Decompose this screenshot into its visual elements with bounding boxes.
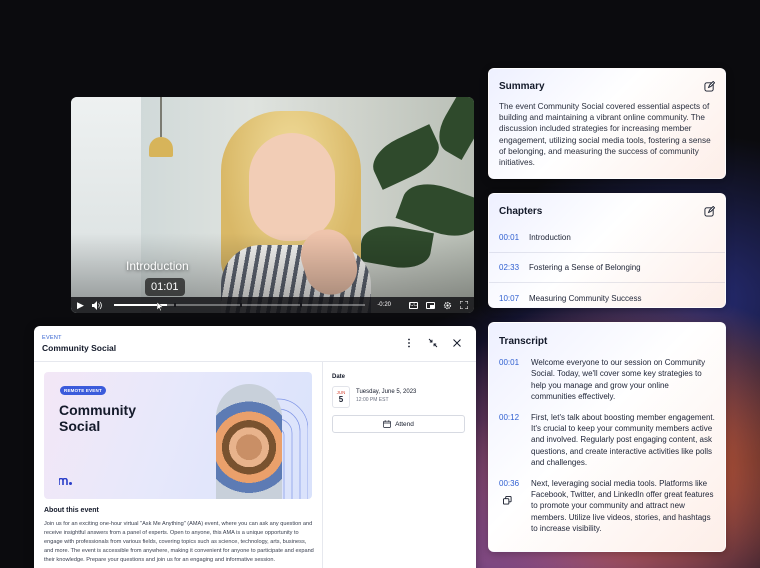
event-kicker: EVENT <box>42 335 62 341</box>
event-time: 12:00 PM EST <box>356 397 389 403</box>
about-text: Join us for an exciting one-hour virtual… <box>44 521 314 564</box>
chapter-time: 00:01 <box>499 233 520 242</box>
more-options-icon[interactable] <box>404 338 414 348</box>
event-type-badge: REMOTE EVENT <box>60 386 106 395</box>
event-panel: EVENT Community Social REMOTE EVENT Comm… <box>34 326 476 568</box>
chapter-time: 02:33 <box>499 263 520 272</box>
close-icon[interactable] <box>452 338 462 348</box>
attend-button[interactable]: Attend <box>332 415 465 433</box>
date-day: 5 <box>338 395 344 404</box>
banner-hands-photo <box>216 384 282 499</box>
pip-icon[interactable] <box>426 301 435 309</box>
brand-logo-icon <box>59 478 72 485</box>
event-title: Community Social <box>42 343 117 353</box>
chapter-marker <box>299 303 302 307</box>
event-date: Tuesday, June 5, 2023 <box>356 389 417 395</box>
chapters-card: Chapters 00:01 Introduction 02:33 Foster… <box>488 193 726 308</box>
transcript-card: Transcript 00:01 Welcome everyone to our… <box>488 322 726 552</box>
calendar-date-badge: JUN 5 <box>332 386 350 408</box>
event-banner: REMOTE EVENT Community Social <box>44 372 312 499</box>
chapter-item[interactable]: 00:01 Introduction <box>489 223 725 253</box>
chapter-item[interactable]: 10:07 Measuring Community Success <box>489 283 725 313</box>
transcript-text: Welcome everyone to our session on Commu… <box>531 358 706 402</box>
chapter-marker <box>174 303 177 307</box>
transcript-time[interactable]: 00:01 <box>499 357 531 403</box>
transcript-item[interactable]: 00:36 Next, leveraging social media tool… <box>489 478 725 535</box>
cc-icon[interactable]: CC <box>409 301 418 309</box>
chapter-label: Introduction <box>529 233 571 242</box>
summary-text: The event Community Social covered essen… <box>499 102 711 168</box>
summary-title: Summary <box>499 81 545 92</box>
about-title: About this event <box>44 507 99 514</box>
summary-card: Summary The event Community Social cover… <box>488 68 726 179</box>
transcript-item[interactable]: 00:12 First, let's talk about boosting m… <box>489 412 725 469</box>
remaining-time: -0:20 <box>377 302 391 308</box>
edit-icon[interactable] <box>704 81 715 92</box>
video-frame-person-face <box>249 133 335 241</box>
chapter-caption: Introduction <box>126 259 189 273</box>
banner-title: Community Social <box>59 402 136 434</box>
settings-icon[interactable] <box>443 301 452 310</box>
video-frame-plant-leaf <box>365 124 447 190</box>
chapter-item[interactable]: 02:33 Fostering a Sense of Belonging <box>489 253 725 283</box>
transcript-time[interactable]: 00:12 <box>499 412 531 469</box>
chapter-label: Fostering a Sense of Belonging <box>529 263 641 272</box>
transcript-time[interactable]: 00:36 <box>499 479 519 488</box>
chapter-time: 10:07 <box>499 293 520 303</box>
transcript-text: First, let's talk about boosting member … <box>531 412 715 468</box>
copy-icon[interactable] <box>503 495 512 505</box>
video-progress-bar[interactable] <box>113 303 366 307</box>
mouse-cursor-icon <box>157 302 164 312</box>
attend-label: Attend <box>395 420 414 428</box>
video-player[interactable]: Introduction 01:01 ▶ -0:20 CC <box>71 97 474 313</box>
event-header-actions <box>404 338 462 348</box>
date-label: Date <box>332 374 346 380</box>
transcript-title: Transcript <box>499 336 548 347</box>
video-controls: ▶ -0:20 CC <box>71 297 474 313</box>
video-frame-lamp-cord <box>160 97 162 137</box>
video-frame-lamp <box>149 137 173 157</box>
play-icon[interactable]: ▶ <box>77 300 84 310</box>
transcript-text: Next, leveraging social media tools. Pla… <box>531 478 714 534</box>
chapter-marker <box>239 303 242 307</box>
volume-icon[interactable] <box>91 300 102 310</box>
transcript-time-block: 00:36 <box>499 478 531 535</box>
chapters-title: Chapters <box>499 206 543 217</box>
chapter-label: Measuring Community Success <box>529 293 642 303</box>
calendar-icon <box>383 420 391 428</box>
event-divider <box>322 362 323 568</box>
hover-time-tooltip: 01:01 <box>145 278 185 296</box>
event-details: REMOTE EVENT Community Social About this… <box>34 362 322 568</box>
event-header: EVENT Community Social <box>34 326 476 362</box>
minimize-icon[interactable] <box>428 338 438 348</box>
transcript-item[interactable]: 00:01 Welcome everyone to our session on… <box>489 357 725 403</box>
fullscreen-icon[interactable] <box>460 301 468 309</box>
edit-icon[interactable] <box>704 206 715 217</box>
